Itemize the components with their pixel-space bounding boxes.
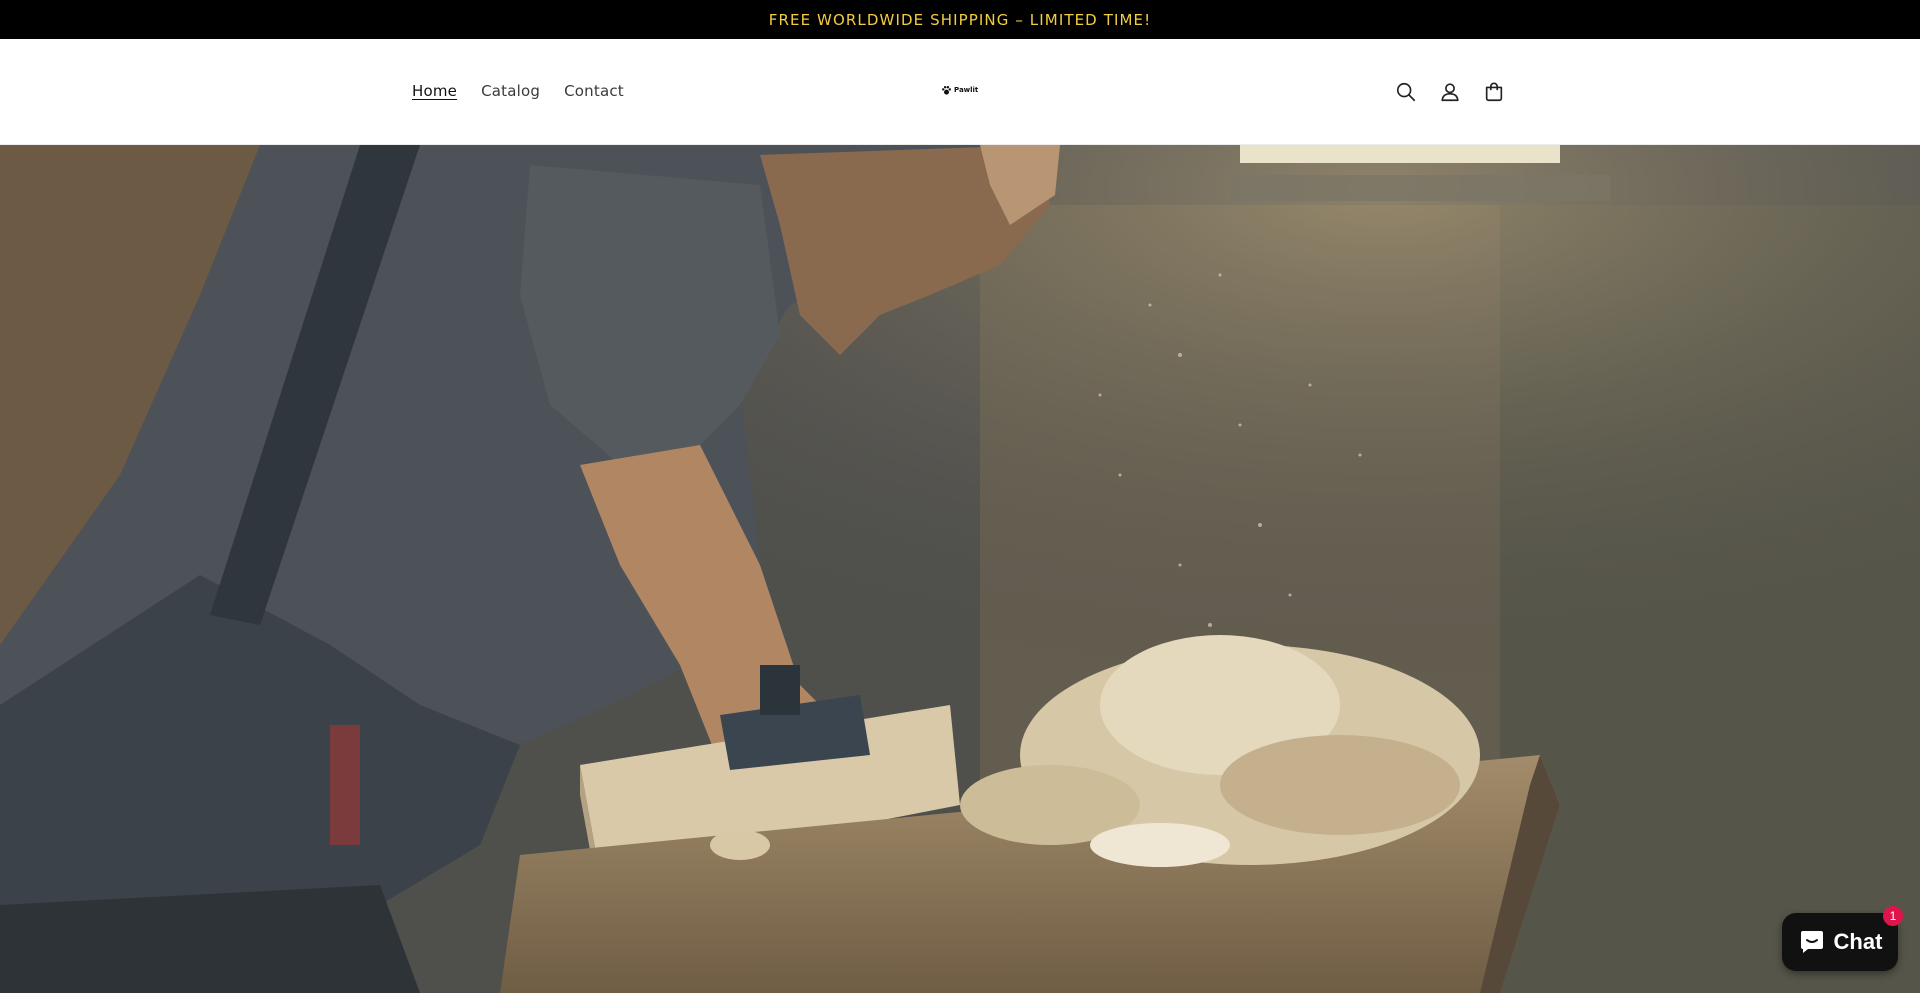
paw-logo-icon xyxy=(941,85,952,95)
main-nav: Home Catalog Contact xyxy=(400,39,636,145)
hero-banner xyxy=(0,145,1920,993)
cart-button[interactable] xyxy=(1472,70,1516,114)
account-icon xyxy=(1441,83,1459,102)
nav-catalog-link[interactable]: Catalog xyxy=(469,82,552,100)
logo-text: Pawlit xyxy=(954,86,979,94)
chat-notification-badge: 1 xyxy=(1883,906,1903,926)
cart-icon xyxy=(1485,82,1503,102)
hero-image xyxy=(0,145,1920,993)
announcement-bar: FREE WORLDWIDE SHIPPING – LIMITED TIME! xyxy=(0,0,1920,39)
chat-bubble-icon xyxy=(1800,931,1823,953)
nav-contact-link[interactable]: Contact xyxy=(552,82,636,100)
account-button[interactable] xyxy=(1428,70,1472,114)
announcement-text: FREE WORLDWIDE SHIPPING – LIMITED TIME! xyxy=(768,10,1152,29)
site-logo[interactable]: Pawlit xyxy=(941,83,978,97)
header-icons xyxy=(1384,39,1516,145)
nav-home-link[interactable]: Home xyxy=(400,82,469,100)
chat-button[interactable]: Chat xyxy=(1782,913,1898,971)
site-header: Home Catalog Contact Pawlit xyxy=(0,39,1920,145)
search-icon xyxy=(1396,82,1416,102)
chat-label: Chat xyxy=(1833,929,1883,954)
search-button[interactable] xyxy=(1384,70,1428,114)
